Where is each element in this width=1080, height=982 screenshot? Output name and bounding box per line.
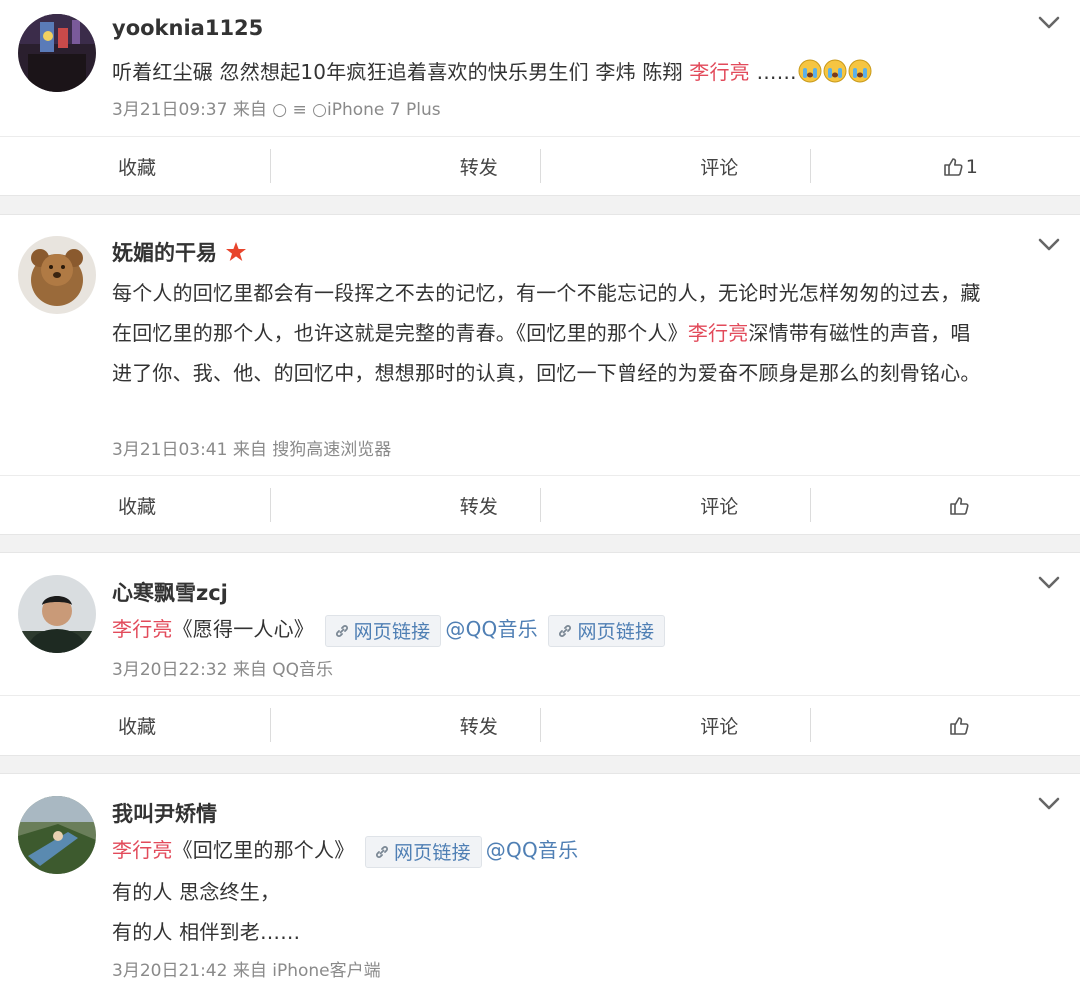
mention-link[interactable]: 李行亮: [112, 838, 173, 862]
comment-button[interactable]: 评论: [599, 137, 840, 196]
star-badge-icon: [226, 242, 246, 261]
web-link-chip[interactable]: 网页链接: [548, 614, 666, 647]
crying-face-icon: [848, 59, 872, 83]
text-segment: 在回忆里的那个人，也许这就是完整的青春。《回忆里的那个人》: [112, 321, 688, 345]
favorite-button[interactable]: 收藏: [0, 696, 359, 755]
web-link-chip[interactable]: 网页链接: [364, 835, 482, 868]
post-text-line: 有的人 相伴到老……: [112, 920, 301, 944]
mention-link[interactable]: 李行亮: [689, 60, 750, 84]
like-button[interactable]: 1: [840, 137, 1080, 196]
post-text: 听着红尘碾 忽然想起10年疯狂追着喜欢的快乐男生们 李炜 陈翔 李行亮 ……: [112, 56, 872, 85]
action-bar: 收藏 转发 评论 1: [0, 136, 1080, 196]
username-text: 妩媚的干易: [112, 241, 217, 265]
thumbs-up-icon: [949, 496, 969, 515]
web-link-label: 网页链接: [393, 842, 471, 864]
favorite-label: 收藏: [118, 716, 157, 738]
comment-button[interactable]: 评论: [599, 476, 840, 535]
divider: [540, 488, 541, 522]
repost-button[interactable]: 转发: [359, 137, 600, 196]
username[interactable]: 我叫尹矫情: [112, 798, 217, 828]
favorite-button[interactable]: 收藏: [0, 137, 359, 196]
repost-button[interactable]: 转发: [359, 696, 600, 755]
text-segment: 深情带有磁性的声音，唱: [748, 321, 971, 345]
action-bar: 收藏 转发 评论: [0, 475, 1080, 535]
comment-label: 评论: [700, 157, 739, 179]
thumbs-up-icon: [949, 716, 969, 735]
avatar[interactable]: [18, 236, 96, 314]
like-button[interactable]: [840, 696, 1080, 755]
mention-link[interactable]: 李行亮: [112, 617, 173, 641]
repost-label: 转发: [459, 716, 498, 738]
thumbs-up-icon: [943, 157, 963, 176]
chevron-down-icon[interactable]: [1038, 797, 1060, 811]
song-title: 《愿得一人心》: [172, 617, 315, 641]
post-text: 李行亮《回忆里的那个人》 网页链接 @QQ音乐: [112, 834, 578, 868]
like-button[interactable]: [840, 476, 1080, 535]
divider: [810, 149, 811, 183]
post-meta: 3月21日03:41 来自 搜狗高速浏览器: [112, 440, 392, 460]
divider: [810, 708, 811, 742]
text-segment: ……: [749, 60, 797, 84]
comment-label: 评论: [700, 496, 739, 518]
text-segment: 听着红尘碾 忽然想起10年疯狂追着喜欢的快乐男生们 李炜 陈翔: [112, 60, 690, 84]
post-text-line: 有的人 思念终生，: [112, 880, 281, 904]
post-card: 妩媚的干易 每个人的回忆里都会有一段挥之不去的记忆，有一个不能忘记的人，无论时光…: [0, 214, 1080, 535]
chevron-down-icon[interactable]: [1038, 238, 1060, 252]
comment-button[interactable]: 评论: [599, 696, 840, 755]
like-count: 1: [965, 155, 978, 178]
post-card: yooknia1125 听着红尘碾 忽然想起10年疯狂追着喜欢的快乐男生们 李炜…: [0, 0, 1080, 196]
divider: [270, 708, 271, 742]
post-text-line: 在回忆里的那个人，也许这就是完整的青春。《回忆里的那个人》李行亮深情带有磁性的声…: [112, 317, 971, 346]
post-meta: 3月20日22:32 来自 QQ音乐: [112, 660, 334, 680]
favorite-label: 收藏: [118, 157, 157, 179]
web-link-chip[interactable]: 网页链接: [324, 614, 442, 647]
divider: [270, 488, 271, 522]
avatar[interactable]: [18, 796, 96, 874]
link-icon: [559, 624, 572, 637]
repost-label: 转发: [459, 496, 498, 518]
favorite-label: 收藏: [118, 496, 157, 518]
username[interactable]: 妩媚的干易: [112, 237, 247, 267]
divider: [540, 149, 541, 183]
divider: [270, 149, 271, 183]
mention-link[interactable]: @QQ音乐: [445, 617, 537, 641]
username[interactable]: 心寒飘雪zcj: [112, 577, 228, 607]
comment-label: 评论: [700, 716, 739, 738]
web-link-label: 网页链接: [577, 621, 655, 643]
username[interactable]: yooknia1125: [112, 16, 263, 40]
mention-link[interactable]: @QQ音乐: [486, 838, 578, 862]
chevron-down-icon[interactable]: [1038, 576, 1060, 590]
song-title: 《回忆里的那个人》: [172, 838, 355, 862]
post-card: 心寒飘雪zcj 李行亮《愿得一人心》 网页链接 @QQ音乐 网页链接 3月20日2…: [0, 552, 1080, 756]
favorite-button[interactable]: 收藏: [0, 476, 359, 535]
web-link-label: 网页链接: [353, 621, 431, 643]
avatar[interactable]: [18, 14, 96, 92]
post-meta: 3月21日09:37 来自 ○ ≡ ○iPhone 7 Plus: [112, 100, 441, 120]
crying-face-icon: [798, 59, 822, 83]
post-text-line: 每个人的回忆里都会有一段挥之不去的记忆，有一个不能忘记的人，无论时光怎样匆匆的过…: [112, 281, 981, 305]
post-text-line: 进了你、我、他、的回忆中，想想那时的认真，回忆一下曾经的为爱奋不顾身是那么的刻骨…: [112, 361, 981, 385]
chevron-down-icon[interactable]: [1038, 16, 1060, 30]
link-icon: [376, 845, 388, 858]
post-meta: 3月20日21:42 来自 iPhone客户端: [112, 961, 381, 981]
repost-label: 转发: [459, 157, 498, 179]
crying-face-icon: [823, 59, 847, 83]
divider: [540, 708, 541, 742]
link-icon: [335, 624, 348, 637]
post-card: 我叫尹矫情 李行亮《回忆里的那个人》 网页链接 @QQ音乐 有的人 思念终生， 有…: [0, 773, 1080, 982]
post-text: 李行亮《愿得一人心》 网页链接 @QQ音乐 网页链接: [112, 613, 669, 647]
divider: [810, 488, 811, 522]
mention-link[interactable]: 李行亮: [688, 321, 749, 345]
action-bar: 收藏 转发 评论: [0, 695, 1080, 755]
repost-button[interactable]: 转发: [359, 476, 600, 535]
avatar[interactable]: [18, 575, 96, 653]
